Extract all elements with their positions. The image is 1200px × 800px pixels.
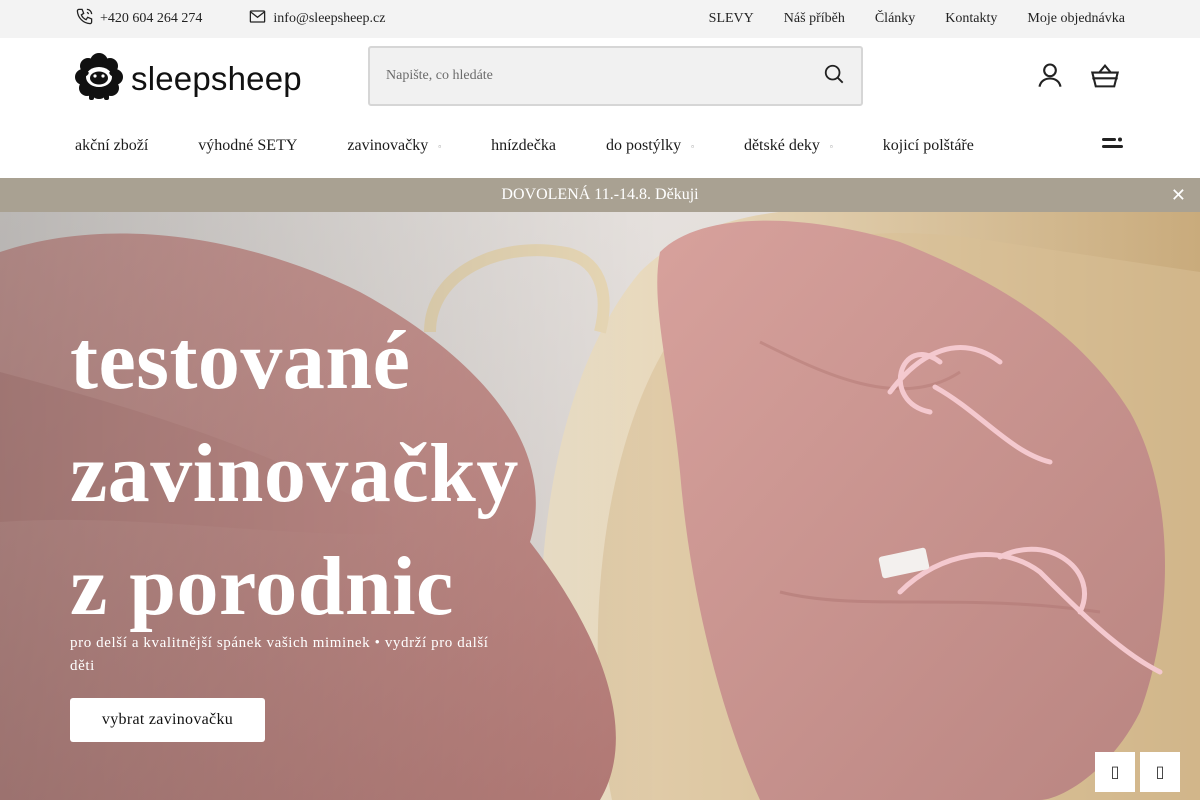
nav-item-akcni-zbozi[interactable]: akční zboží	[75, 137, 148, 155]
user-icon[interactable]	[1036, 61, 1064, 94]
hero-title-line: zavinovačky	[70, 427, 519, 520]
logo-text: sleepsheep	[131, 59, 302, 97]
top-links: SLEVY Náš příběh Články Kontakty Moje ob…	[709, 11, 1125, 27]
site-logo[interactable]: sleepsheep	[75, 52, 302, 105]
main-nav: akční zboží výhodné SETY zavinovačky ▫ hn…	[75, 128, 1024, 164]
basket-icon[interactable]	[1090, 62, 1120, 95]
nav-item-hnizdecka[interactable]: hnízdečka	[491, 137, 556, 155]
phone-link[interactable]: +420 604 264 274	[75, 7, 202, 31]
chevron-down-icon: ▫	[829, 141, 833, 151]
nav-item-zavinovacky[interactable]: zavinovačky ▫	[347, 137, 441, 155]
nav-item-label: do postýlky	[605, 137, 682, 154]
nav-item-label: hnízdečka	[491, 137, 556, 154]
nav-item-label: akční zboží	[75, 137, 149, 154]
nav-item-label: dětské deky	[743, 137, 820, 154]
chevron-left-icon: ▯	[1110, 764, 1120, 781]
nav-item-label: zavinovačky	[347, 137, 429, 154]
announcement-text: DOVOLENÁ 11.-14.8. Děkuji	[501, 186, 699, 203]
top-bar: +420 604 264 274 info@sleepsheep.cz SLEV…	[0, 0, 1200, 38]
link-clanky[interactable]: Články	[875, 11, 915, 27]
search-icon[interactable]	[823, 63, 845, 90]
link-moje-objednavka[interactable]: Moje objednávka	[1027, 11, 1125, 27]
chevron-right-icon: ▯	[1155, 764, 1165, 781]
search-input[interactable]	[386, 68, 786, 84]
link-nas-pribeh[interactable]: Náš příběh	[784, 11, 845, 27]
sheep-logo-icon	[75, 52, 123, 105]
choose-swaddle-button[interactable]: vybrat zavinovačku	[70, 698, 265, 742]
nav-item-do-postylky[interactable]: do postýlky ▫	[606, 137, 694, 155]
slider-next-button[interactable]: ▯	[1140, 752, 1180, 792]
hero-title: testované zavinovačky z porodnic	[70, 304, 519, 643]
mail-icon	[248, 7, 267, 31]
hero-subtitle: pro delší a kvalitnější spánek vašich mi…	[70, 635, 489, 674]
slider-prev-button[interactable]: ▯	[1095, 752, 1135, 792]
nav-item-label: výhodné SETY	[198, 137, 298, 154]
email-link[interactable]: info@sleepsheep.cz	[248, 7, 385, 31]
phone-icon	[75, 7, 94, 31]
search-box	[368, 46, 863, 106]
hero-title-line: z porodnic	[70, 540, 454, 633]
hero-title-line: testované	[70, 314, 411, 407]
menu-icon[interactable]	[1102, 136, 1124, 157]
nav-item-detske-deky[interactable]: dětské deky ▫	[744, 137, 833, 155]
nav-item-label: kojicí polštáře	[882, 137, 974, 154]
chevron-down-icon: ▫	[438, 141, 442, 151]
announcement-bar: DOVOLENÁ 11.-14.8. Děkuji ✕	[0, 178, 1200, 212]
chevron-down-icon: ▫	[691, 141, 694, 151]
email-address: info@sleepsheep.cz	[273, 11, 386, 26]
nav-item-kojici-polstare[interactable]: kojicí polštáře	[883, 137, 974, 155]
hero-banner: testované zavinovačky z porodnic pro del…	[0, 212, 1200, 800]
close-icon[interactable]: ✕	[1171, 186, 1186, 204]
phone-number: +420 604 264 274	[100, 11, 203, 26]
nav-item-vyhodne-sety[interactable]: výhodné SETY	[198, 137, 297, 155]
link-kontakty[interactable]: Kontakty	[945, 11, 997, 27]
contact-group: +420 604 264 274 info@sleepsheep.cz	[75, 7, 385, 31]
link-slevy[interactable]: SLEVY	[709, 11, 754, 27]
